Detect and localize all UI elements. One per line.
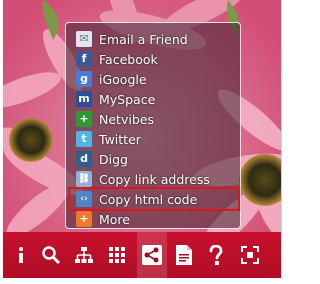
share-menu-item-twitter[interactable]: t Twitter	[76, 129, 236, 149]
share-menu: ✉ Email a Friend f Facebook g iGoogle m MySpace…	[65, 22, 241, 229]
share-menu-item-label: iGoogle	[99, 71, 147, 87]
share-menu-item-myspace[interactable]: m MySpace	[76, 89, 236, 109]
twitter-icon: t	[76, 131, 92, 147]
share-menu-item-label: Twitter	[99, 131, 141, 147]
grid-button[interactable]	[102, 232, 132, 278]
code-icon: ‹›	[76, 191, 92, 207]
share-menu-item-copy-html-code[interactable]: ‹› Copy html code	[68, 187, 240, 211]
more-icon: +	[76, 211, 92, 227]
image-viewer: ✉ Email a Friend f Facebook g iGoogle m MySpace…	[3, 0, 282, 278]
share-menu-item-email-a-friend[interactable]: ✉ Email a Friend	[76, 29, 236, 49]
help-icon	[209, 245, 223, 265]
share-menu-item-copy-link-address[interactable]: ⛓ Copy link address	[76, 169, 236, 189]
bottom-toolbar	[3, 232, 281, 278]
email-icon: ✉	[76, 31, 92, 47]
myspace-icon: m	[76, 91, 92, 107]
search-button[interactable]	[36, 232, 66, 278]
share-menu-item-label: MySpace	[99, 91, 156, 107]
share-menu-item-digg[interactable]: d Digg	[76, 149, 236, 169]
share-menu-item-igoogle[interactable]: g iGoogle	[76, 69, 236, 89]
share-menu-item-label: Copy link address	[99, 171, 210, 187]
share-menu-item-label: More	[99, 211, 130, 227]
share-icon	[142, 245, 162, 265]
fullscreen-button[interactable]	[235, 232, 265, 278]
facebook-icon: f	[76, 51, 92, 67]
share-menu-item-more[interactable]: + More	[76, 209, 236, 229]
sitemap-icon	[74, 246, 94, 264]
info-button[interactable]	[6, 232, 36, 278]
share-menu-item-label: Copy html code	[99, 191, 198, 207]
digg-icon: d	[76, 151, 92, 167]
help-button[interactable]	[201, 232, 231, 278]
sitemap-button[interactable]	[69, 232, 99, 278]
share-menu-item-label: Facebook	[99, 51, 158, 67]
share-menu-item-label: Netvibes	[99, 111, 154, 127]
search-icon	[41, 245, 61, 265]
info-icon	[12, 246, 30, 264]
fullscreen-icon	[241, 246, 259, 264]
share-menu-item-facebook[interactable]: f Facebook	[76, 49, 236, 69]
document-button[interactable]	[169, 232, 199, 278]
grid-icon	[109, 247, 125, 263]
link-icon: ⛓	[76, 171, 92, 187]
share-menu-item-label: Digg	[99, 151, 128, 167]
share-button[interactable]	[137, 232, 167, 278]
igoogle-icon: g	[76, 71, 92, 87]
share-menu-item-label: Email a Friend	[99, 31, 188, 47]
document-icon	[176, 245, 192, 265]
netvibes-icon: +	[76, 111, 92, 127]
share-menu-item-netvibes[interactable]: + Netvibes	[76, 109, 236, 129]
